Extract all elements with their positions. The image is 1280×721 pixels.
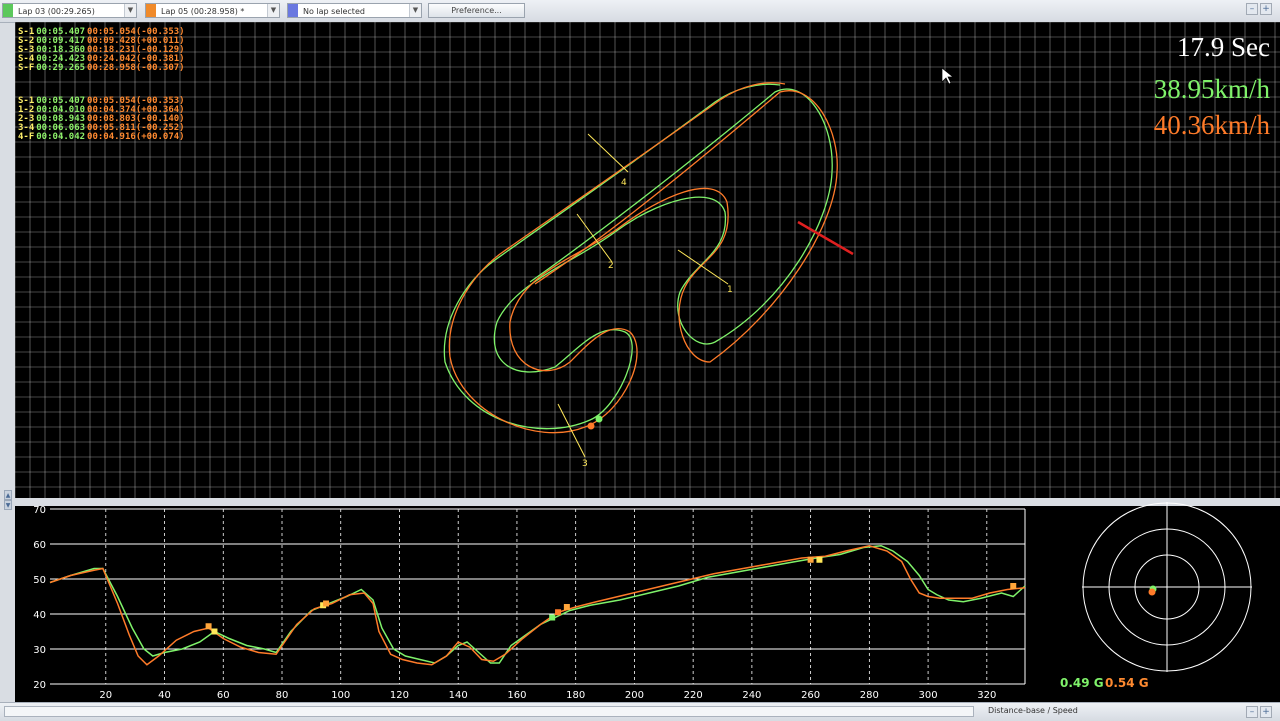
sector-times-table: S-1 00:05.407 00:05.054(-00.353) S-2 00:09.4… [18, 28, 185, 73]
zoom-in-button[interactable]: + [1260, 706, 1272, 718]
lap-a-color-swatch [3, 4, 13, 17]
sector-label: 4-F [18, 132, 35, 142]
lap-b-time: 00:04.916(+00.074) [87, 132, 185, 142]
x-tick-label: 60 [217, 690, 230, 701]
lap-b-time: 00:28.958(-00.307) [87, 63, 185, 73]
x-tick-label: 220 [684, 690, 703, 701]
minimize-button[interactable]: – [1246, 3, 1258, 15]
x-tick-label: 100 [331, 690, 350, 701]
lap-a-track-line [443, 83, 833, 430]
lap-b-speed-line [49, 544, 1026, 666]
lap-a-speed-line [49, 544, 1026, 664]
sector-3-label: 3 [582, 459, 588, 469]
lap-a-label: Lap 03 (00:29.265) [18, 7, 95, 16]
x-tick-label: 240 [742, 690, 761, 701]
y-tick-label: 30 [33, 645, 46, 656]
lap-b-position-marker [587, 422, 595, 430]
lap-b-g-value: 0.54 G [1105, 676, 1149, 690]
sector-1-line [677, 249, 729, 285]
lap-b-track-line [448, 82, 838, 434]
y-tick-label: 20 [33, 680, 46, 691]
horizontal-scrollbar[interactable] [4, 706, 974, 717]
track-map-panel[interactable]: 4 2 1 3 S-1 00:05.407 00:05.054(-00.353) S-… [15, 22, 1280, 498]
g-force-meter [1082, 502, 1252, 672]
sector-marker [205, 623, 212, 630]
sector-1-label: 1 [727, 285, 733, 295]
lap-b-g-point [1148, 588, 1156, 596]
sector-marker [323, 600, 330, 607]
sector-marker [807, 556, 814, 563]
sector-marker [211, 628, 218, 635]
sector-marker [563, 604, 570, 610]
sector-4-line [587, 133, 629, 173]
sector-marker [555, 609, 562, 616]
lap-b-label: Lap 05 (00:28.958) * [161, 7, 245, 16]
y-tick-label: 60 [33, 540, 46, 551]
x-tick-label: 300 [919, 690, 938, 701]
lap-c-selector[interactable]: No lap selected ▼ [287, 3, 422, 18]
chevron-down-icon[interactable]: ▼ [267, 4, 279, 17]
graph-mode-label: Distance-base / Speed [988, 706, 1078, 715]
x-tick-label: 120 [390, 690, 409, 701]
chevron-down-icon[interactable]: ▼ [4, 500, 12, 510]
map-grid [15, 22, 1280, 498]
sector-marker [549, 614, 556, 621]
preference-button[interactable]: Preference... [428, 3, 525, 18]
split-times-table: S-1 00:05.407 00:05.054(-00.353) 1-2 00:04.0… [18, 97, 185, 142]
x-tick-label: 40 [158, 690, 171, 701]
x-tick-label: 260 [801, 690, 820, 701]
x-tick-label: 160 [507, 690, 526, 701]
x-tick-label: 140 [449, 690, 468, 701]
lap-b-speed: 40.36km/h [1153, 110, 1270, 140]
lap-c-label: No lap selected [303, 7, 365, 16]
lap-a-time: 00:29.265 [36, 63, 86, 73]
y-tick-label: 50 [33, 575, 46, 586]
toolbar: Lap 03 (00:29.265) ▼ Lap 05 (00:28.958) … [0, 0, 1280, 23]
x-tick-label: 20 [99, 690, 112, 701]
lap-a-speed: 38.95km/h [1153, 74, 1270, 104]
lap-a-time: 00:04.042 [36, 132, 86, 142]
y-tick-label: 40 [33, 610, 46, 621]
x-tick-label: 280 [860, 690, 879, 701]
x-tick-label: 200 [625, 690, 644, 701]
lap-a-g-value: 0.49 G [1060, 676, 1104, 690]
sector-marker [816, 556, 823, 563]
chevron-up-icon[interactable]: ▲ [4, 490, 12, 500]
sector-2-label: 2 [608, 261, 614, 271]
sector-row: S-F 00:29.265 00:28.958(-00.307) [18, 64, 185, 73]
lap-a-position-marker [595, 415, 603, 423]
sector-label: S-F [18, 63, 35, 73]
lap-b-color-swatch [146, 4, 156, 17]
sector-4-label: 4 [621, 178, 627, 188]
status-bar: Distance-base / Speed – + [0, 702, 1280, 721]
elapsed-time: 17.9 Sec [1177, 32, 1270, 62]
sector-marker [1010, 583, 1017, 589]
lap-a-selector[interactable]: Lap 03 (00:29.265) ▼ [2, 3, 137, 18]
sector-row: 4-F 00:04.042 00:04.916(+00.074) [18, 133, 185, 142]
lap-c-color-swatch [288, 4, 298, 17]
lap-b-selector[interactable]: Lap 05 (00:28.958) * ▼ [145, 3, 280, 18]
x-tick-label: 180 [566, 690, 585, 701]
y-tick-label: 70 [33, 506, 46, 516]
maximize-button[interactable]: + [1260, 3, 1272, 15]
x-tick-label: 320 [977, 690, 996, 701]
x-tick-label: 80 [276, 690, 289, 701]
chevron-down-icon[interactable]: ▼ [124, 4, 136, 17]
mouse-cursor-icon [941, 67, 954, 85]
track-map: 4 2 1 3 [15, 22, 1280, 498]
zoom-out-button[interactable]: – [1246, 706, 1258, 718]
chevron-down-icon[interactable]: ▼ [409, 4, 421, 17]
